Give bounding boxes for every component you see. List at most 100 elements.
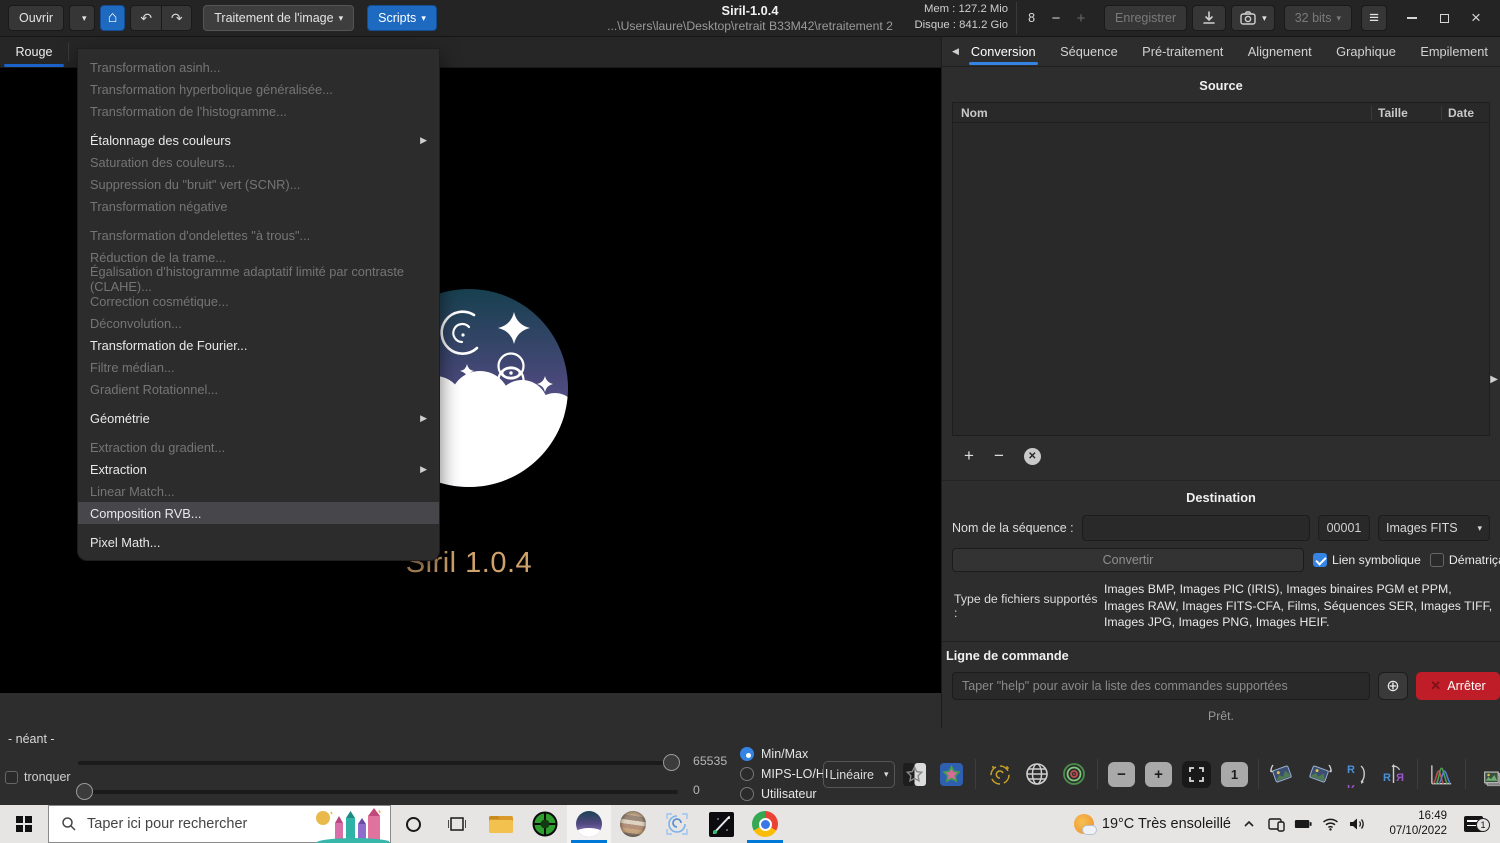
save-button[interactable]: Enregistrer	[1104, 5, 1187, 31]
undo-button[interactable]: ↶	[131, 6, 161, 30]
scripts-menu-button[interactable]: Scripts▾	[367, 5, 437, 31]
zoom-in-button[interactable]: +	[1071, 10, 1091, 27]
bit-depth-select[interactable]: 32 bits▾	[1284, 5, 1352, 31]
snapshot-button[interactable]: ▾	[1231, 5, 1275, 31]
astrometry-button[interactable]	[1023, 761, 1050, 788]
tray-expand-button[interactable]	[1240, 815, 1258, 833]
clear-list-button[interactable]: ✕	[1024, 448, 1041, 465]
star-preview-toggle[interactable]	[901, 761, 928, 788]
rotate-left-button[interactable]	[1269, 761, 1296, 788]
sequence-list-button[interactable]	[1476, 761, 1500, 788]
photometry-button[interactable]	[986, 761, 1013, 788]
star-detection-button[interactable]	[938, 761, 965, 788]
image-processing-menu-button[interactable]: Traitement de l'image▾	[203, 5, 354, 31]
cortana-button[interactable]	[391, 805, 435, 843]
demosaic-checkbox-row[interactable]: Dématriçage	[1430, 553, 1500, 567]
symlink-checkbox[interactable]	[1313, 553, 1327, 567]
wifi-button[interactable]	[1321, 815, 1339, 833]
tabs-scroll-left-icon[interactable]: ◀	[946, 46, 965, 57]
flip-vertical-button[interactable]: RR	[1343, 761, 1370, 788]
close-button[interactable]: ×	[1460, 5, 1492, 31]
demosaic-checkbox[interactable]	[1430, 553, 1444, 567]
your-phone-button[interactable]	[1267, 815, 1285, 833]
panel-expander-icon[interactable]: ▶	[1490, 374, 1498, 385]
sequence-name-input[interactable]	[1082, 515, 1310, 541]
tab-pr-traitement[interactable]: Pré-traitement	[1136, 37, 1229, 66]
zoom-fit-button[interactable]	[1182, 761, 1211, 788]
stop-button[interactable]: ✕ Arrêter	[1416, 672, 1500, 700]
siril-taskbar-button[interactable]	[567, 805, 611, 843]
menu-item[interactable]: Composition RVB...	[78, 502, 439, 524]
tab-rouge[interactable]: Rouge	[0, 37, 68, 67]
maximize-button[interactable]	[1428, 5, 1460, 31]
hamburger-menu-button[interactable]: ≡	[1361, 5, 1387, 31]
start-index-field[interactable]: 00001	[1318, 515, 1370, 541]
zoom-in-button[interactable]: +	[1145, 762, 1172, 787]
home-button[interactable]: ⌂	[100, 5, 126, 31]
menu-item[interactable]: Géométrie▶	[78, 407, 439, 429]
volume-button[interactable]	[1348, 815, 1366, 833]
redo-button[interactable]: ↷	[161, 6, 191, 30]
menu-item[interactable]: Étalonnage des couleurs▶	[78, 129, 439, 151]
command-list-button[interactable]: ⊕	[1378, 672, 1408, 700]
source-table-body[interactable]	[953, 123, 1489, 435]
remove-files-button[interactable]: −	[994, 446, 1004, 466]
truncate-checkbox[interactable]	[5, 771, 18, 784]
planetarium-button[interactable]	[611, 805, 655, 843]
zoom-out-button[interactable]: −	[1108, 762, 1135, 787]
radio-dot[interactable]	[740, 787, 754, 801]
display-mode-select[interactable]: Linéaire ▾	[823, 761, 895, 788]
tab-conversion[interactable]: Conversion	[965, 37, 1042, 66]
high-slider-knob[interactable]	[663, 754, 680, 771]
background-selection-button[interactable]	[1060, 761, 1087, 788]
speaker-icon	[1349, 817, 1366, 831]
truncate-checkbox-row[interactable]: tronquer	[5, 770, 71, 784]
phd2-button[interactable]	[523, 805, 567, 843]
minimize-button[interactable]	[1396, 5, 1428, 31]
low-cutoff-slider[interactable]	[78, 790, 678, 794]
battery-button[interactable]	[1294, 815, 1312, 833]
weather-widget[interactable]: 19°C Très ensoleillé	[1074, 814, 1231, 834]
tab-alignement[interactable]: Alignement	[1242, 37, 1318, 66]
chrome-button[interactable]	[743, 805, 787, 843]
task-view-button[interactable]	[435, 805, 479, 843]
source-file-table[interactable]: Nom Taille Date	[952, 102, 1490, 436]
zoom-one-button[interactable]: 1	[1221, 762, 1248, 787]
flip-horizontal-button[interactable]: RR	[1380, 761, 1407, 788]
zoom-out-button[interactable]: −	[1046, 10, 1066, 27]
menu-item[interactable]: Extraction▶	[78, 458, 439, 480]
open-dropdown-button[interactable]: ▾	[69, 5, 95, 31]
output-format-select[interactable]: Images FITS ▾	[1378, 515, 1490, 541]
menu-item[interactable]: Pixel Math...	[78, 531, 439, 553]
tab-empilement[interactable]: Empilement	[1414, 37, 1494, 66]
add-files-button[interactable]: +	[964, 446, 974, 466]
open-button[interactable]: Ouvrir	[8, 5, 64, 31]
column-taille[interactable]: Taille	[1371, 106, 1441, 120]
command-input[interactable]	[952, 672, 1370, 700]
radio-min-max[interactable]: Min/Max	[740, 744, 828, 764]
file-explorer-button[interactable]	[479, 805, 523, 843]
notification-center-button[interactable]: 1	[1456, 816, 1490, 832]
galaxy-app-button[interactable]	[655, 805, 699, 843]
start-button[interactable]	[0, 805, 48, 843]
save-as-button[interactable]	[1192, 5, 1226, 31]
tab-graphique[interactable]: Graphique	[1330, 37, 1402, 66]
radio-dot[interactable]	[740, 747, 754, 761]
menu-item[interactable]: Transformation de Fourier...	[78, 334, 439, 356]
comet-image-button[interactable]	[699, 805, 743, 843]
low-slider-knob[interactable]	[76, 783, 93, 800]
column-date[interactable]: Date	[1441, 106, 1489, 120]
radio-utilisateur[interactable]: Utilisateur	[740, 784, 828, 804]
taskbar-search[interactable]: Taper ici pour rechercher	[48, 805, 391, 843]
rotate-right-button[interactable]	[1306, 761, 1333, 788]
symlink-checkbox-row[interactable]: Lien symbolique	[1313, 553, 1421, 567]
tab-s-quence[interactable]: Séquence	[1054, 37, 1124, 66]
convert-button[interactable]: Convertir	[952, 548, 1304, 572]
clock[interactable]: 16:49 07/10/2022	[1375, 809, 1447, 839]
menu-separator	[78, 400, 439, 407]
high-cutoff-slider[interactable]	[78, 761, 678, 765]
radio-dot[interactable]	[740, 767, 754, 781]
column-nom[interactable]: Nom	[953, 106, 1371, 120]
histogram-button[interactable]	[1428, 761, 1455, 788]
radio-mips-lo-hi[interactable]: MIPS-LO/HI	[740, 764, 828, 784]
